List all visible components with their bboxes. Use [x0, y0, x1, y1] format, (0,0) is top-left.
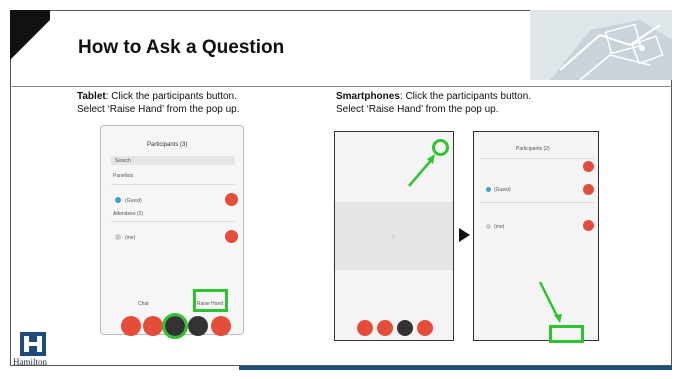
phone-mic-button-3[interactable] — [583, 220, 594, 231]
slide: How to Ask a Question Tablet: Click the … — [0, 0, 683, 379]
tablet-participant-2: (me) — [125, 235, 136, 241]
tablet-chat-label[interactable]: Chat — [138, 301, 149, 307]
smartphones-line2: Select ‘Raise Hand’ from the pop up. — [336, 104, 499, 115]
toolbar-button-5[interactable] — [211, 316, 231, 336]
tablet-avatar-1 — [115, 197, 121, 203]
phone-toolbar-button-1[interactable] — [357, 320, 373, 336]
phone-toolbar-button-2[interactable] — [377, 320, 393, 336]
logo-text: Hamilton — [13, 357, 47, 367]
toolbar-button-4[interactable] — [188, 316, 208, 336]
slide-title: How to Ask a Question — [78, 37, 285, 58]
next-step-arrow — [459, 228, 470, 242]
tablet-section-attendees: Attendees (2) — [113, 211, 144, 217]
phone-participant-2: (me) — [494, 224, 505, 230]
tablet-avatar-2 — [115, 234, 121, 240]
tablet-section-panelists: Panelists — [113, 173, 134, 179]
phone-participants-header: Participants (2) — [516, 146, 550, 152]
divider — [480, 158, 594, 159]
phone-mic-button-2[interactable] — [583, 184, 594, 195]
tablet-mic-button-2[interactable] — [225, 230, 238, 243]
tablet-label: Tablet — [77, 91, 106, 102]
phone-participant-1: (Guest) — [494, 187, 511, 193]
phone-toolbar-button-3[interactable] — [397, 320, 413, 336]
divider — [111, 184, 235, 185]
smartphones-line1: : Click the participants button. — [399, 91, 532, 102]
map-illustration — [530, 10, 672, 80]
tablet-participant-1: (Guest) — [125, 198, 142, 204]
tablet-mic-button-1[interactable] — [225, 193, 238, 206]
smartphones-label: Smartphones — [336, 91, 400, 102]
phone-toolbar-button-4[interactable] — [417, 320, 433, 336]
tablet-participants-header: Participants (3) — [147, 142, 188, 148]
divider — [480, 202, 594, 203]
toolbar-button-1[interactable] — [121, 316, 141, 336]
divider — [111, 221, 235, 222]
phone-mic-button-1[interactable] — [583, 161, 594, 172]
toolbar-button-2[interactable] — [143, 316, 163, 336]
smartphone-instructions: Smartphones: Click the participants butt… — [336, 90, 531, 116]
tablet-search-placeholder: Search — [115, 158, 131, 164]
raise-hand-highlight-phone[interactable] — [549, 325, 584, 343]
raise-hand-highlight-tablet — [193, 289, 228, 312]
participants-highlight-tablet — [162, 313, 188, 339]
footer-rule — [239, 366, 672, 370]
tablet-instructions: Tablet: Click the participants button. S… — [77, 90, 240, 116]
green-arrow-1 — [408, 154, 435, 187]
video-placeholder: ↑ — [391, 232, 396, 242]
green-arrow-2 — [538, 281, 562, 323]
phone-avatar-1 — [486, 187, 491, 192]
phone-avatar-2 — [486, 224, 491, 229]
tablet-line2: Select ‘Raise Hand’ from the pop up. — [77, 104, 240, 115]
tablet-line1: : Click the participants button. — [105, 91, 237, 102]
